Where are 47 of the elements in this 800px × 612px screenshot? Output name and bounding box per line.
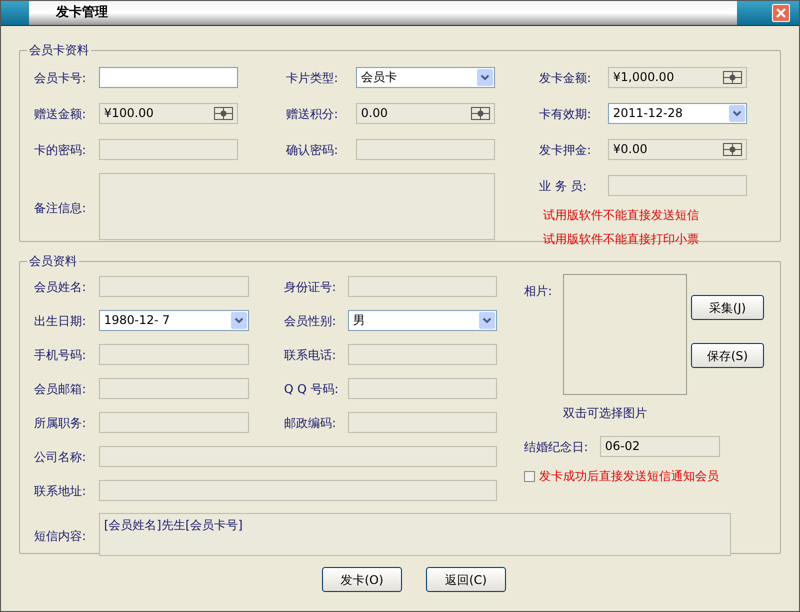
field-label: 会员性别: [284, 314, 336, 328]
dropdown[interactable]: 1980-12- 7 [99, 310, 249, 330]
field-label: 相片: [524, 284, 552, 298]
field-label: 短信内容: [34, 528, 86, 542]
group-title: 会员资料 [28, 253, 78, 270]
field-label: 确认密码: [286, 143, 338, 157]
photo-box[interactable] [563, 274, 687, 395]
group-title: 会员卡资料 [28, 42, 90, 59]
dialog-button[interactable]: 返回(C) [426, 567, 506, 592]
dialog-button[interactable]: 采集(J) [691, 295, 764, 320]
notice-text: 试用版软件不能直接打印小票 [543, 231, 700, 248]
field-label: 结婚纪念日: [524, 440, 588, 454]
close-button[interactable] [772, 4, 790, 22]
field-label: 手机号码: [34, 348, 86, 362]
field-label: 会员姓名: [34, 280, 86, 294]
dropdown[interactable]: 会员卡 [356, 66, 495, 88]
field-label: 发卡押金: [539, 143, 592, 157]
dialog-button[interactable]: 保存(S) [691, 343, 764, 368]
input-field[interactable] [99, 66, 238, 88]
dialog-button[interactable]: 发卡(O) [322, 567, 402, 592]
photo-hint: 双击可选择图片 [563, 405, 648, 422]
checkbox[interactable] [524, 470, 535, 482]
field-label: 会员邮箱: [34, 382, 86, 396]
dropdown[interactable]: 男 [348, 310, 497, 330]
field-label: 邮政编码: [284, 416, 336, 430]
field-label: 卡的密码: [34, 143, 86, 157]
close-icon [776, 8, 786, 18]
field-label: 联系电话: [284, 348, 336, 362]
notice-text: 试用版软件不能直接发送短信 [543, 207, 700, 224]
field-label: 所属职务: [34, 416, 86, 430]
field-label: 身份证号: [284, 280, 336, 294]
field-label: 联系地址: [34, 484, 86, 498]
field-label: 备注信息: [34, 200, 86, 214]
window-title: 发卡管理 [56, 4, 108, 22]
title-bar-corner [1, 1, 29, 25]
field-label: 卡片类型: [286, 71, 338, 85]
field-label: 业 务 员: [539, 179, 587, 193]
field-label: 出生日期: [34, 314, 86, 328]
field-label: 公司名称: [34, 450, 86, 464]
dropdown[interactable]: 2011-12-28 [608, 102, 747, 124]
field-label: 会员卡号: [34, 71, 86, 85]
checkbox-label: 发卡成功后直接发送短信通知会员 [539, 468, 719, 485]
field-label: 赠送金额: [34, 107, 86, 121]
field-label: 卡有效期: [539, 107, 592, 121]
field-label: Q Q 号码: [284, 382, 339, 396]
field-label: 赠送积分: [286, 107, 338, 121]
field-label: 发卡金额: [539, 71, 592, 85]
